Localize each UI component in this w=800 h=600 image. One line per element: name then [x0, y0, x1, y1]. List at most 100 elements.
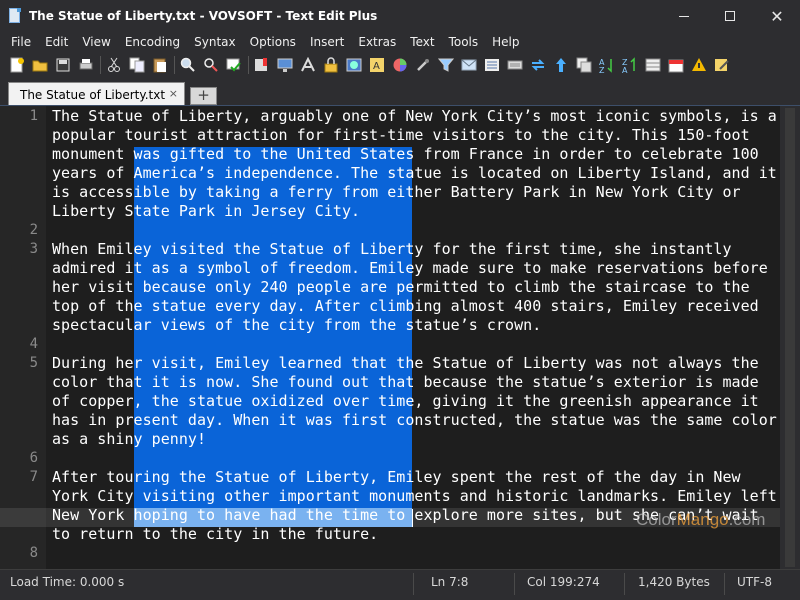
- watermark-text: Color: [636, 510, 677, 529]
- status-divider: [413, 573, 414, 595]
- table-icon[interactable]: [644, 56, 662, 74]
- app-icon: [8, 8, 22, 24]
- status-divider: [624, 573, 625, 595]
- maximize-icon: [725, 11, 735, 21]
- close-icon: ✕: [770, 6, 784, 26]
- menu-edit[interactable]: Edit: [38, 32, 75, 52]
- tab-the-statue-of-liberty[interactable]: The Statue of Liberty.txt ×: [8, 82, 185, 106]
- eyedropper-icon[interactable]: [414, 56, 432, 74]
- watermark-text: Mango: [676, 510, 729, 529]
- line-number: 6: [29, 450, 38, 466]
- sort-az-icon[interactable]: AZ: [598, 56, 616, 74]
- toolbar-separator: [100, 56, 101, 74]
- menu-syntax[interactable]: Syntax: [187, 32, 242, 52]
- spell-check-icon[interactable]: [225, 56, 243, 74]
- print-icon[interactable]: [77, 56, 95, 74]
- menu-encoding[interactable]: Encoding: [118, 32, 187, 52]
- text-line: is accessible by taking a ferry from eit…: [52, 183, 741, 201]
- open-folder-icon[interactable]: [31, 56, 49, 74]
- close-button[interactable]: ✕: [754, 0, 800, 32]
- text-line: color that it is now. She found out that…: [52, 373, 759, 391]
- file-size-status: 1,420 Bytes: [638, 575, 710, 589]
- title-bar: The Statue of Liberty.txt - VOVSOFT - Te…: [0, 0, 800, 32]
- lock-icon[interactable]: [322, 56, 340, 74]
- sort-za-icon[interactable]: ZA: [621, 56, 639, 74]
- paste-icon[interactable]: [151, 56, 169, 74]
- window-title: The Statue of Liberty.txt - VOVSOFT - Te…: [29, 9, 378, 23]
- menu-extras[interactable]: Extras: [351, 32, 403, 52]
- sort-icon[interactable]: [552, 56, 570, 74]
- scrollbar-thumb[interactable]: [785, 108, 795, 567]
- minimize-button[interactable]: [661, 0, 707, 32]
- calendar-icon[interactable]: [667, 56, 685, 74]
- filter-icon[interactable]: [437, 56, 455, 74]
- load-time-status: Load Time: 0.000 s: [10, 575, 125, 589]
- cursor-position-status: Ln 7:8: [431, 575, 469, 589]
- find-icon[interactable]: [179, 56, 197, 74]
- list-icon[interactable]: [483, 56, 501, 74]
- edit-icon[interactable]: [713, 56, 731, 74]
- find-replace-icon[interactable]: [202, 56, 220, 74]
- line-number-gutter: 1 2 3 4 5 6 7 8: [0, 106, 46, 569]
- text-line: top of the statue every day. After climb…: [52, 297, 759, 315]
- color-picker-icon[interactable]: [391, 56, 409, 74]
- text-line: has in present day. When it was first co…: [52, 411, 777, 429]
- text-line: as a shiny penny!: [52, 430, 207, 448]
- vertical-scrollbar[interactable]: [780, 106, 800, 569]
- plus-icon: +: [197, 86, 210, 104]
- ascii-icon[interactable]: A: [368, 56, 386, 74]
- status-divider: [514, 573, 515, 595]
- tab-label: The Statue of Liberty.txt: [20, 87, 166, 102]
- toolbar-separator: [174, 56, 175, 74]
- text-line: Liberty State Park in Jersey City.: [52, 202, 361, 220]
- case-icon[interactable]: [575, 56, 593, 74]
- text-editor[interactable]: 1 2 3 4 5 6 7 8 The Statue of Liberty, a…: [0, 106, 780, 569]
- text-line: monument was gifted to the United States…: [52, 145, 759, 163]
- bookmark-icon[interactable]: [253, 56, 271, 74]
- line-number: 2: [29, 222, 38, 238]
- svg-text:A: A: [622, 66, 628, 73]
- new-tab-button[interactable]: +: [190, 87, 217, 105]
- new-file-icon[interactable]: [8, 56, 26, 74]
- menu-text[interactable]: Text: [403, 32, 441, 52]
- status-bar: Load Time: 0.000 s Ln 7:8 Col 199:274 1,…: [0, 569, 800, 600]
- maximize-button[interactable]: [707, 0, 753, 32]
- swap-icon[interactable]: [529, 56, 547, 74]
- email-icon[interactable]: [460, 56, 478, 74]
- menu-view[interactable]: View: [75, 32, 117, 52]
- menu-options[interactable]: Options: [243, 32, 303, 52]
- text-line: When Emiley visited the Statue of Libert…: [52, 240, 732, 258]
- line-number: 7: [29, 469, 38, 485]
- tab-close-icon[interactable]: ×: [169, 87, 178, 100]
- text-line: The Statue of Liberty, arguably one of N…: [52, 107, 777, 125]
- save-icon[interactable]: [54, 56, 72, 74]
- text-area[interactable]: The Statue of Liberty, arguably one of N…: [52, 106, 780, 569]
- tab-strip: The Statue of Liberty.txt × +: [0, 78, 800, 106]
- menu-bar: File Edit View Encoding Syntax Options I…: [0, 32, 800, 52]
- text-line: to return to the city in the future.: [52, 525, 379, 543]
- menu-tools[interactable]: Tools: [442, 32, 486, 52]
- text-line: popular tourist attraction for first-tim…: [52, 126, 750, 144]
- encoding-status[interactable]: UTF-8: [737, 570, 772, 600]
- menu-insert[interactable]: Insert: [303, 32, 351, 52]
- text-line: During her visit, Emiley learned that th…: [52, 354, 759, 372]
- menu-file[interactable]: File: [4, 32, 38, 52]
- monitor-icon[interactable]: [276, 56, 294, 74]
- line-number: 4: [29, 336, 38, 352]
- web-icon[interactable]: [345, 56, 363, 74]
- warning-icon[interactable]: [690, 56, 708, 74]
- line-number: 1: [29, 108, 38, 124]
- toolbar: A AZ ZA: [0, 52, 800, 78]
- cut-icon[interactable]: [105, 56, 123, 74]
- menu-help[interactable]: Help: [485, 32, 526, 52]
- keyboard-icon[interactable]: [506, 56, 524, 74]
- text-line: York City visiting other important monum…: [52, 487, 777, 505]
- watermark-text: .com: [728, 510, 766, 529]
- copy-icon[interactable]: [128, 56, 146, 74]
- text-line: of copper, the statue oxidized over time…: [52, 392, 759, 410]
- svg-text:A: A: [373, 61, 380, 72]
- line-number: 5: [29, 355, 38, 371]
- font-icon[interactable]: [299, 56, 317, 74]
- svg-text:Z: Z: [599, 66, 605, 73]
- text-line: admired it as a symbol of freedom. Emile…: [52, 259, 768, 277]
